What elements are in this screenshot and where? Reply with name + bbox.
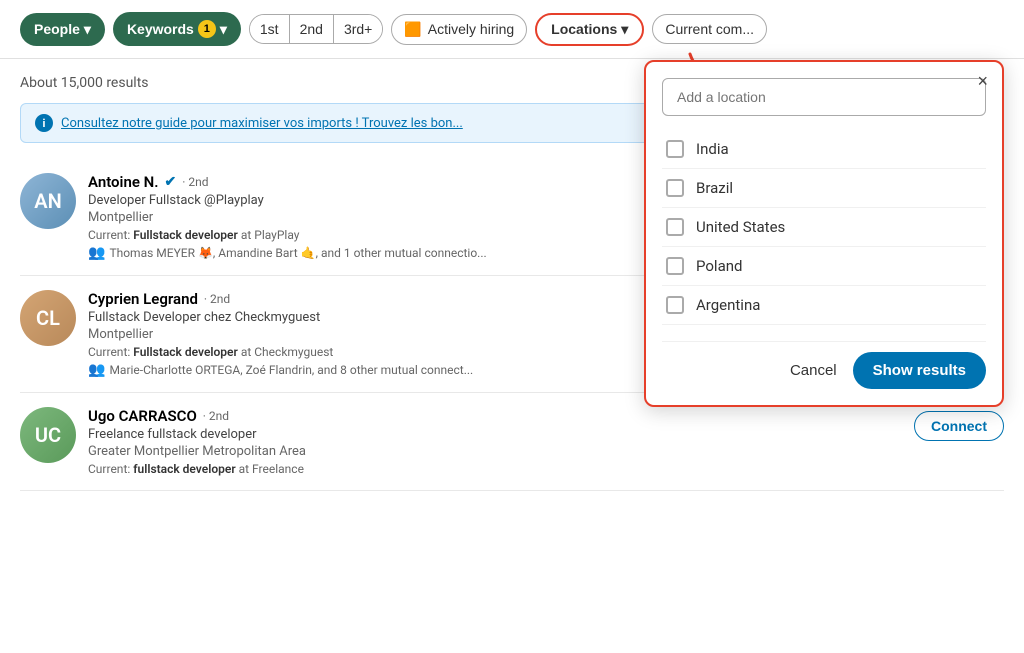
location-option-brazil[interactable]: Brazil: [662, 169, 986, 208]
keywords-label: Keywords: [127, 21, 194, 37]
actively-hiring-button[interactable]: 🟧 Actively hiring: [391, 14, 527, 45]
location-option-united-states[interactable]: United States: [662, 208, 986, 247]
avatar-3: UC: [20, 407, 76, 463]
checkbox-brazil[interactable]: [666, 179, 684, 197]
current-company-button[interactable]: Current com...: [652, 14, 767, 44]
locations-dropdown: × India Brazil United States Poland Arge…: [644, 60, 1004, 407]
person-card-3: UC Ugo CARRASCO · 2nd Freelance fullstac…: [20, 393, 1004, 491]
dropdown-actions: Cancel Show results: [662, 341, 986, 389]
location-label-united-states: United States: [696, 218, 785, 236]
avatar-2: CL: [20, 290, 76, 346]
degree-3rd-button[interactable]: 3rd+: [334, 15, 382, 43]
people-button[interactable]: People ▾: [20, 13, 105, 46]
location-search-input[interactable]: [662, 78, 986, 116]
degree-1st-button[interactable]: 1st: [250, 15, 290, 43]
checkbox-argentina[interactable]: [666, 296, 684, 314]
location-label-brazil: Brazil: [696, 179, 733, 197]
location-label-india: India: [696, 140, 729, 158]
actively-hiring-label: Actively hiring: [428, 21, 514, 37]
person-location-3: Greater Montpellier Metropolitan Area: [88, 444, 902, 459]
checkbox-poland[interactable]: [666, 257, 684, 275]
avatar-1: AN: [20, 173, 76, 229]
info-icon: i: [35, 114, 53, 132]
degree-3rd-label: 3rd+: [344, 21, 372, 37]
info-link[interactable]: Consultez notre guide pour maximiser vos…: [61, 116, 463, 131]
chevron-down-icon: ▾: [84, 21, 91, 38]
keywords-button[interactable]: Keywords 1 ▾: [113, 12, 241, 46]
degree-2nd-button[interactable]: 2nd: [290, 15, 334, 43]
chevron-down-icon-loc: ▾: [621, 21, 628, 38]
mutual-icon-2: 👥: [88, 362, 105, 378]
people-label: People: [34, 21, 80, 37]
degree-badge-2: · 2nd: [204, 292, 230, 306]
person-current-3: Current: fullstack developer at Freelanc…: [88, 462, 902, 476]
person-title-3: Freelance fullstack developer: [88, 427, 902, 442]
verified-icon-1: ✔: [165, 174, 177, 190]
degree-group: 1st 2nd 3rd+: [249, 14, 383, 44]
person-name-3: Ugo CARRASCO · 2nd: [88, 407, 902, 425]
person-info-3: Ugo CARRASCO · 2nd Freelance fullstack d…: [88, 407, 902, 476]
degree-2nd-label: 2nd: [300, 21, 323, 37]
connect-button-3[interactable]: Connect: [914, 411, 1004, 441]
briefcase-icon: 🟧: [404, 21, 421, 38]
mutual-icon-1: 👥: [88, 245, 105, 261]
location-option-argentina[interactable]: Argentina: [662, 286, 986, 325]
top-bar: People ▾ Keywords 1 ▾ 1st 2nd 3rd+ 🟧 Act…: [0, 0, 1024, 59]
keywords-badge: 1: [198, 20, 216, 38]
location-label-poland: Poland: [696, 257, 742, 275]
chevron-down-icon-kw: ▾: [220, 21, 227, 38]
locations-label: Locations: [551, 21, 617, 37]
current-company-label: Current com...: [665, 21, 754, 37]
checkbox-india[interactable]: [666, 140, 684, 158]
show-results-button[interactable]: Show results: [853, 352, 986, 389]
page-wrapper: People ▾ Keywords 1 ▾ 1st 2nd 3rd+ 🟧 Act…: [0, 0, 1024, 653]
info-text: Consultez notre guide pour maximiser vos…: [61, 116, 463, 131]
close-button[interactable]: ×: [977, 72, 988, 90]
degree-badge-1: · 2nd: [182, 175, 208, 189]
degree-1st-label: 1st: [260, 21, 279, 37]
location-label-argentina: Argentina: [696, 296, 760, 314]
degree-badge-3: · 2nd: [203, 409, 229, 423]
location-option-poland[interactable]: Poland: [662, 247, 986, 286]
checkbox-united-states[interactable]: [666, 218, 684, 236]
location-option-india[interactable]: India: [662, 130, 986, 169]
locations-button[interactable]: Locations ▾: [535, 13, 644, 46]
cancel-button[interactable]: Cancel: [790, 362, 837, 379]
